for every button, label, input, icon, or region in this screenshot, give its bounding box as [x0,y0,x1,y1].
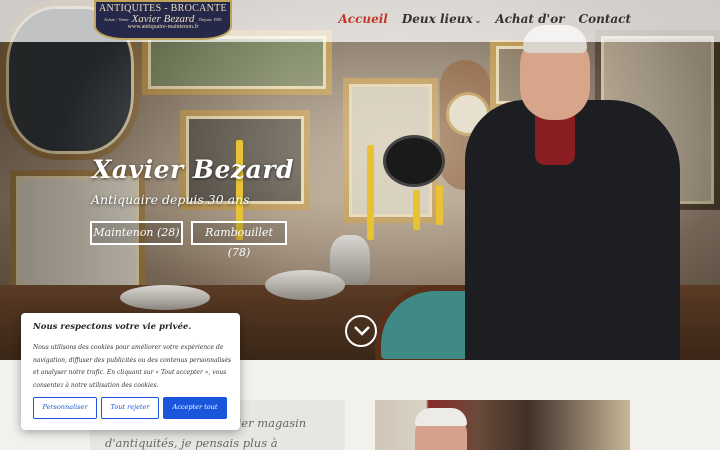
candle [436,185,443,225]
cookie-customize-button[interactable]: Personnaliser [33,397,97,419]
site-logo[interactable]: ANTIQUITES - BROCANTE Xavier Bezard www.… [94,0,232,40]
cookie-text: Nous utilisons des cookies pour améliore… [33,344,232,389]
silver-dish [120,285,210,310]
logo-left-tag: Achat - Vente [104,17,129,22]
rambouillet-button[interactable]: Rambouillet (78) [191,221,287,259]
nav-deux-lieux[interactable]: Deux lieux ⌄ [402,12,481,26]
nav-achat-dor[interactable]: Achat d'or [495,12,564,26]
header-navbar: ANTIQUITES - BROCANTE Xavier Bezard www.… [0,0,720,42]
secondary-photo [375,400,630,450]
cookie-title: Nous respectons votre vie privée. [33,322,192,332]
cookie-reject-button[interactable]: Tout rejeter [101,397,159,419]
scroll-down-button[interactable] [345,315,377,347]
hero-title: Xavier Bezard [92,155,294,184]
main-nav: Accueil Deux lieux ⌄ Achat d'or Contact [338,12,631,26]
hero-subtitle: Antiquaire depuis 30 ans [91,192,250,207]
candle [413,190,420,230]
logo-right-tag: Depuis 1981 [199,17,222,22]
black-lamp [383,135,445,187]
chevron-down-icon: ⌄ [474,15,482,25]
nav-contact[interactable]: Contact [579,12,631,26]
logo-url: www.antiquaire-maintenon.fr [127,24,199,30]
candle [367,145,374,240]
page: ANTIQUITES - BROCANTE Xavier Bezard www.… [0,0,720,450]
circle-chevron-down-icon [354,326,370,336]
photo-person-hair [415,408,467,426]
silver-tray [265,270,345,300]
cookie-accept-button[interactable]: Accepter tout [163,397,227,419]
cookie-consent-banner: Nous respectons votre vie privée. Nous u… [21,313,240,430]
nav-accueil[interactable]: Accueil [338,12,387,26]
maintenon-button[interactable]: Maintenon (28) [90,221,183,245]
nav-deux-lieux-label: Deux lieux [401,12,473,26]
antique-dealer-person [465,15,680,360]
